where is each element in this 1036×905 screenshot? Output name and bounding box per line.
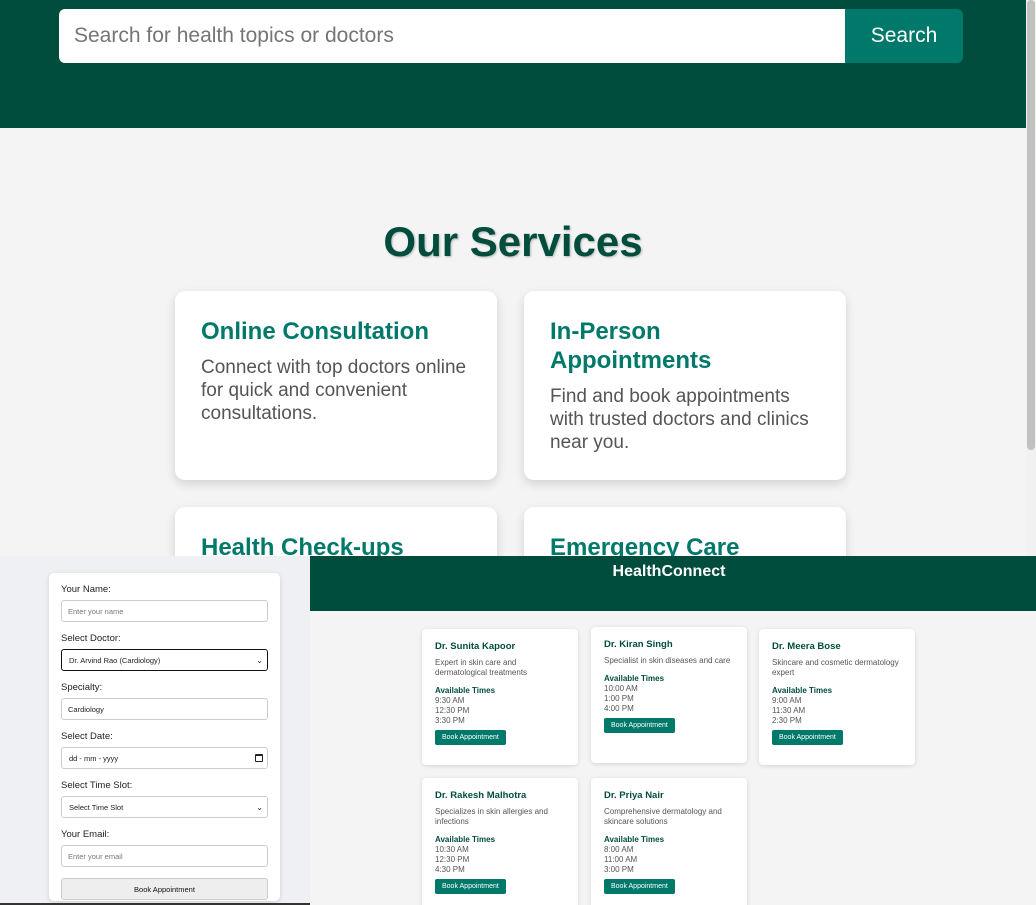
book-appointment-button[interactable]: Book Appointment bbox=[772, 730, 843, 745]
book-appointment-button[interactable]: Book Appointment bbox=[435, 879, 506, 894]
doctor-description: Expert in skin care and dermatological t… bbox=[435, 658, 528, 677]
time-slot-select-value: Select Time Slot bbox=[69, 802, 124, 812]
service-card-health-check-ups: Health Check-ups bbox=[175, 507, 497, 556]
doctor-card: Dr. Kiran Singh Specialist in skin disea… bbox=[591, 627, 747, 763]
date-label: Select Date: bbox=[61, 731, 113, 742]
time-slot: 3:30 PM bbox=[435, 716, 465, 725]
service-card-text: Find and book appointments with trusted … bbox=[550, 386, 809, 453]
doctors-header: HealthConnect bbox=[310, 556, 1036, 611]
doctor-select-value: Dr. Arvind Rao (Cardiology) bbox=[69, 655, 161, 665]
name-input[interactable] bbox=[61, 600, 268, 622]
book-appointment-button[interactable]: Book Appointment bbox=[604, 718, 675, 733]
service-card-title: Online Consultation bbox=[201, 318, 429, 345]
time-slot-label: Select Time Slot: bbox=[61, 780, 133, 791]
chevron-down-icon: ⌄ bbox=[256, 802, 263, 812]
time-slot-select[interactable]: Select Time Slot ⌄ bbox=[61, 796, 268, 818]
doctor-name: Dr. Rakesh Malhotra bbox=[435, 790, 527, 801]
services-title: Our Services bbox=[383, 218, 643, 265]
doctor-card: Dr. Rakesh Malhotra Specializes in skin … bbox=[422, 778, 578, 905]
time-slot: 4:30 PM bbox=[435, 865, 465, 874]
doctor-label: Select Doctor: bbox=[61, 633, 121, 644]
doctors-panel: HealthConnect Dr. Sunita Kapoor Expert i… bbox=[310, 556, 1036, 905]
time-slot: 8:00 AM bbox=[604, 845, 634, 854]
name-label: Your Name: bbox=[61, 584, 111, 595]
date-input-value: dd - mm - yyyy bbox=[69, 753, 119, 763]
time-slot: 9:00 AM bbox=[772, 696, 802, 705]
service-card-text: Connect with top doctors online for quic… bbox=[201, 357, 467, 424]
available-times-heading: Available Times bbox=[772, 686, 833, 695]
search-input[interactable] bbox=[59, 9, 846, 63]
time-slot: 1:00 PM bbox=[604, 694, 634, 703]
time-slot: 9:30 AM bbox=[435, 696, 465, 705]
doctor-description: Comprehensive dermatology and skincare s… bbox=[604, 807, 722, 826]
doctor-description: Specialist in skin diseases and care bbox=[604, 656, 731, 665]
service-card-in-person-appointments: In-Person Appointments Find and book app… bbox=[524, 291, 846, 480]
calendar-icon[interactable] bbox=[255, 754, 263, 762]
time-slot: 11:30 AM bbox=[772, 706, 806, 715]
chevron-down-icon: ⌄ bbox=[256, 655, 263, 665]
book-appointment-button[interactable]: Book Appointment bbox=[61, 878, 268, 900]
doctor-card: Dr. Meera Bose Skincare and cosmetic der… bbox=[759, 629, 915, 765]
specialty-label: Specialty: bbox=[61, 682, 103, 693]
time-slot: 12:30 PM bbox=[435, 855, 470, 864]
time-slot: 10:00 AM bbox=[604, 684, 638, 693]
available-times-heading: Available Times bbox=[435, 686, 496, 695]
site-title: HealthConnect bbox=[612, 563, 726, 580]
email-label: Your Email: bbox=[61, 829, 110, 840]
time-slot: 10:30 AM bbox=[435, 845, 469, 854]
doctor-name: Dr. Priya Nair bbox=[604, 790, 664, 801]
search-button[interactable]: Search bbox=[845, 9, 963, 63]
doctor-select[interactable]: Dr. Arvind Rao (Cardiology) ⌄ bbox=[61, 649, 268, 671]
services-page: Search Our Services Online Consultation … bbox=[0, 0, 1036, 556]
time-slot: 11:00 AM bbox=[604, 855, 638, 864]
available-times-heading: Available Times bbox=[604, 674, 665, 683]
available-times-heading: Available Times bbox=[604, 835, 665, 844]
doctor-card: Dr. Sunita Kapoor Expert in skin care an… bbox=[422, 629, 578, 765]
booking-form-panel: Your Name: Select Doctor: Dr. Arvind Rao… bbox=[0, 556, 310, 905]
time-slot: 3:00 PM bbox=[604, 865, 634, 874]
book-appointment-button[interactable]: Book Appointment bbox=[604, 879, 675, 894]
service-card-title: Emergency Care bbox=[550, 534, 740, 556]
service-card-emergency-care: Emergency Care bbox=[524, 507, 846, 556]
doctor-description: Skincare and cosmetic dermatology expert bbox=[772, 658, 899, 677]
time-slot: 2:30 PM bbox=[772, 716, 802, 725]
available-times-heading: Available Times bbox=[435, 835, 496, 844]
doctor-card: Dr. Priya Nair Comprehensive dermatology… bbox=[591, 778, 747, 905]
doctor-name: Dr. Meera Bose bbox=[772, 641, 841, 652]
hero-banner: Search bbox=[0, 0, 1026, 128]
service-card-title: In-Person Appointments bbox=[550, 318, 712, 374]
book-appointment-button[interactable]: Book Appointment bbox=[435, 730, 506, 745]
doctor-name: Dr. Sunita Kapoor bbox=[435, 641, 516, 652]
scrollbar-thumb[interactable] bbox=[1027, 0, 1035, 450]
service-card-title: Health Check-ups bbox=[201, 534, 404, 556]
doctor-description: Specializes in skin allergies and infect… bbox=[435, 807, 548, 826]
booking-form: Your Name: Select Doctor: Dr. Arvind Rao… bbox=[49, 573, 280, 901]
service-card-online-consultation: Online Consultation Connect with top doc… bbox=[175, 291, 497, 480]
specialty-input[interactable] bbox=[61, 698, 268, 720]
time-slot: 12:30 PM bbox=[435, 706, 470, 715]
time-slot: 4:00 PM bbox=[604, 704, 634, 713]
date-input[interactable]: dd - mm - yyyy bbox=[61, 747, 268, 769]
doctor-name: Dr. Kiran Singh bbox=[604, 639, 673, 650]
email-input[interactable] bbox=[61, 845, 268, 867]
